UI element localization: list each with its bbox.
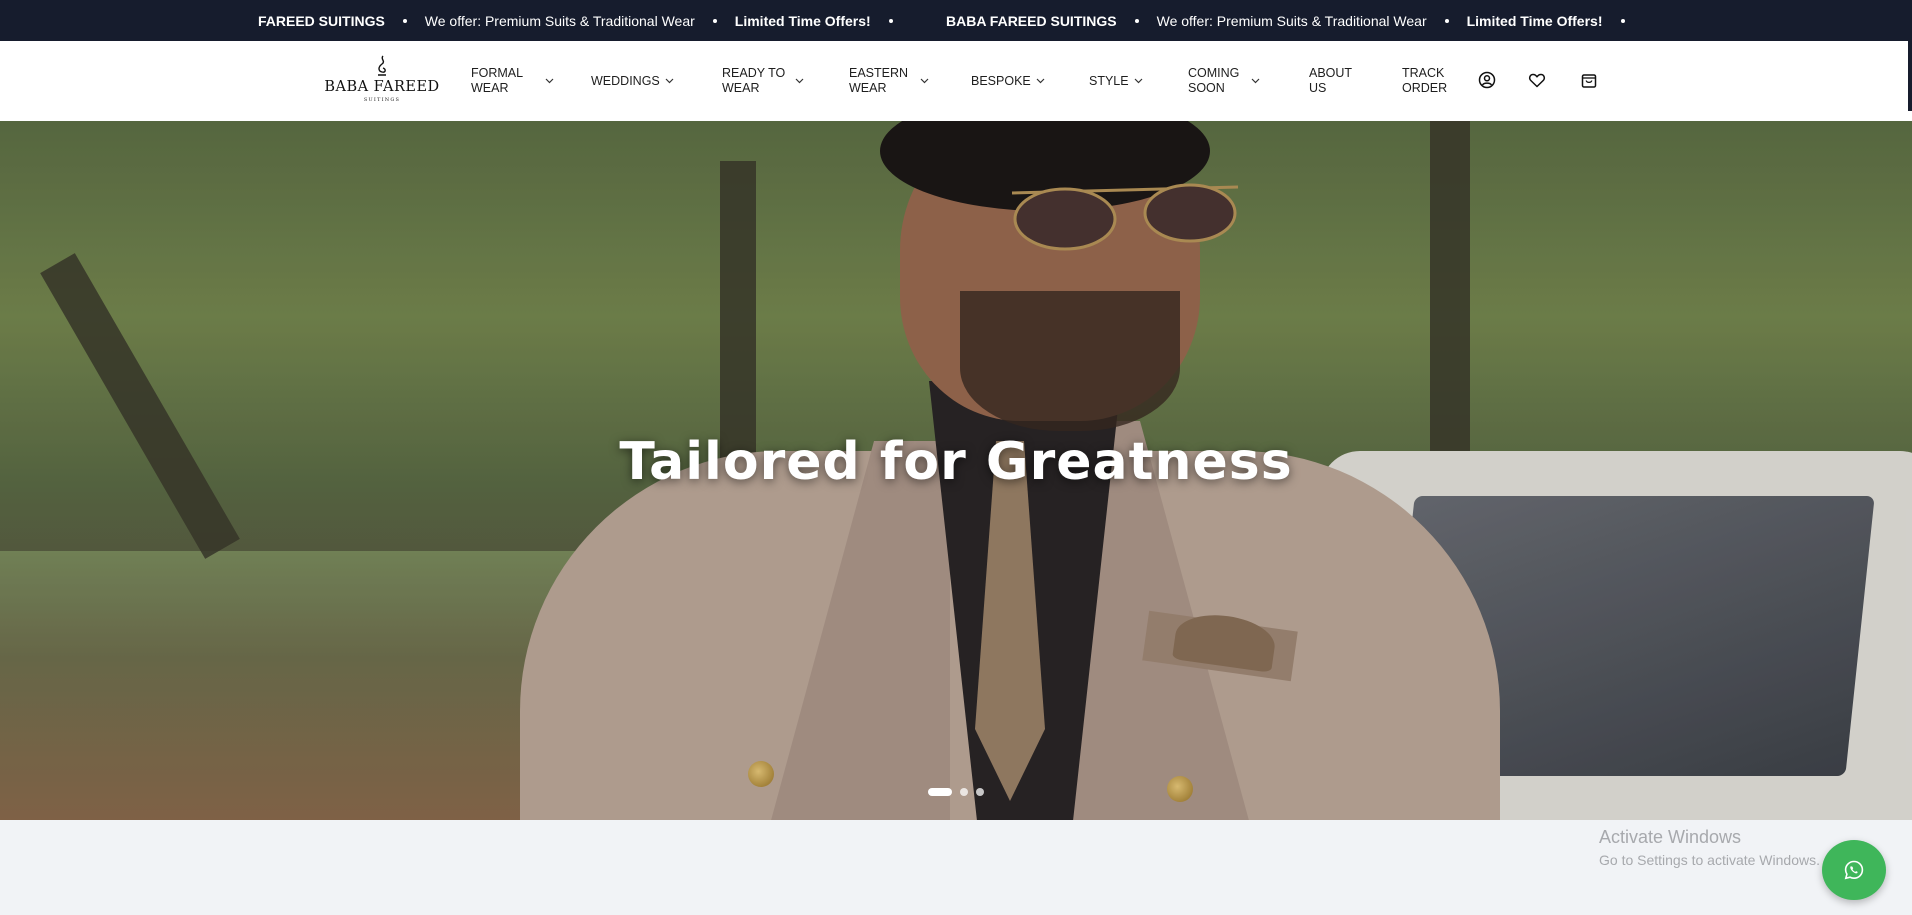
logo-name: BABA FAREED	[324, 79, 440, 95]
announcement-group: BABA FAREED SUITINGS We offer: Premium S…	[946, 0, 1643, 41]
separator-dot	[1134, 18, 1139, 23]
separator-dot	[1620, 18, 1625, 23]
nav-track-order[interactable]: TRACK ORDER	[1402, 41, 1447, 121]
separator-dot	[712, 18, 717, 23]
chevron-down-icon	[665, 78, 674, 84]
slider-dots	[928, 788, 984, 796]
announcement-promo: Limited Time Offers!	[1466, 12, 1603, 29]
chevron-down-icon	[920, 78, 929, 84]
nav-label: BESPOKE	[971, 73, 1031, 88]
nav-label: ABOUT US	[1309, 66, 1353, 95]
bag-icon[interactable]	[1579, 70, 1599, 90]
chevron-down-icon	[795, 78, 804, 84]
hero-title: Tailored for Greatness	[619, 432, 1293, 492]
brand-logo[interactable]: BABA FAREED SUITINGS	[320, 55, 444, 105]
chevron-down-icon	[1134, 78, 1143, 84]
windows-activation-watermark: Activate Windows Go to Settings to activ…	[1599, 827, 1820, 868]
whatsapp-icon	[1844, 860, 1864, 880]
nav-label: TRACK ORDER	[1402, 66, 1448, 95]
announcement-bar: FAREED SUITINGS We offer: Premium Suits …	[0, 0, 1912, 41]
announcement-brand: BABA FAREED SUITINGS	[946, 12, 1117, 29]
logo-subtitle: SUITINGS	[363, 97, 401, 103]
nav-label: COMING SOON	[1188, 66, 1240, 95]
nav-bespoke[interactable]: BESPOKE	[971, 41, 1045, 121]
announcement-offer: We offer: Premium Suits & Traditional We…	[424, 12, 695, 29]
user-icon[interactable]	[1477, 70, 1497, 90]
heart-icon[interactable]	[1527, 70, 1547, 90]
scrollbar-edge[interactable]	[1908, 41, 1912, 111]
nav-label: READY TO WEAR	[722, 66, 786, 95]
whatsapp-chat-button[interactable]	[1822, 840, 1886, 900]
nav-label: STYLE	[1089, 73, 1129, 88]
nav-about-us[interactable]: ABOUT US	[1309, 41, 1352, 121]
nav-weddings[interactable]: WEDDINGS	[591, 41, 674, 121]
nav-formal-wear[interactable]: FORMAL WEAR	[471, 41, 554, 121]
slider-dot-3[interactable]	[976, 788, 984, 796]
nav-eastern-wear[interactable]: EASTERN WEAR	[849, 41, 929, 121]
chevron-down-icon	[1036, 78, 1045, 84]
chevron-down-icon	[545, 78, 554, 84]
separator-dot	[402, 18, 407, 23]
announcement-brand: FAREED SUITINGS	[258, 12, 385, 29]
slider-dot-1[interactable]	[928, 788, 952, 796]
nav-label: EASTERN WEAR	[849, 66, 909, 95]
watermark-subtitle: Go to Settings to activate Windows.	[1599, 852, 1820, 868]
nav-style[interactable]: STYLE	[1089, 41, 1143, 121]
watermark-title: Activate Windows	[1599, 827, 1742, 847]
separator-dot	[888, 18, 893, 23]
separator-dot	[1444, 18, 1449, 23]
nav-label: WEDDINGS	[591, 73, 660, 88]
announcement-group: FAREED SUITINGS We offer: Premium Suits …	[258, 0, 911, 41]
logo-calligraphy-icon	[378, 55, 386, 76]
announcement-offer: We offer: Premium Suits & Traditional We…	[1156, 12, 1427, 29]
announcement-promo: Limited Time Offers!	[734, 12, 871, 29]
nav-coming-soon[interactable]: COMING SOON	[1188, 41, 1260, 121]
nav-ready-to-wear[interactable]: READY TO WEAR	[722, 41, 804, 121]
site-header: BABA FAREED SUITINGS FORMAL WEAR WEDDINGS…	[0, 41, 1912, 122]
nav-label: FORMAL WEAR	[471, 66, 524, 95]
slider-dot-2[interactable]	[960, 788, 968, 796]
chevron-down-icon	[1251, 78, 1260, 84]
